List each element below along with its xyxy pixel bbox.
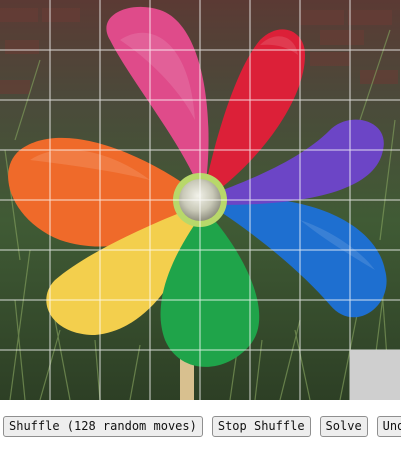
puzzle-tile[interactable] bbox=[300, 350, 350, 400]
puzzle-tile[interactable] bbox=[250, 150, 300, 200]
puzzle-tile[interactable] bbox=[0, 200, 50, 250]
puzzle-tile[interactable] bbox=[350, 50, 400, 100]
puzzle-tile[interactable] bbox=[100, 0, 150, 50]
puzzle-tile[interactable] bbox=[150, 100, 200, 150]
puzzle-tile[interactable] bbox=[150, 300, 200, 350]
puzzle-tile[interactable] bbox=[250, 50, 300, 100]
puzzle-tile[interactable] bbox=[300, 50, 350, 100]
puzzle-tile[interactable] bbox=[50, 250, 100, 300]
puzzle-tile[interactable] bbox=[150, 50, 200, 100]
puzzle-tile[interactable] bbox=[350, 150, 400, 200]
puzzle-tile[interactable] bbox=[0, 0, 50, 50]
puzzle-tile[interactable] bbox=[0, 250, 50, 300]
puzzle-tile[interactable] bbox=[200, 150, 250, 200]
puzzle-tile[interactable] bbox=[100, 100, 150, 150]
puzzle-tile[interactable] bbox=[100, 150, 150, 200]
puzzle-tile[interactable] bbox=[50, 350, 100, 400]
puzzle-tile[interactable] bbox=[50, 50, 100, 100]
puzzle-tile[interactable] bbox=[250, 0, 300, 50]
puzzle-tile[interactable] bbox=[300, 100, 350, 150]
puzzle-tile[interactable] bbox=[200, 200, 250, 250]
puzzle-tile[interactable] bbox=[250, 100, 300, 150]
puzzle-tile[interactable] bbox=[300, 250, 350, 300]
sliding-puzzle-app: Shuffle (128 random moves) Stop Shuffle … bbox=[0, 0, 401, 456]
puzzle-tile[interactable] bbox=[50, 0, 100, 50]
empty-tile-slot bbox=[350, 350, 400, 400]
puzzle-tile[interactable] bbox=[300, 300, 350, 350]
puzzle-tile[interactable] bbox=[100, 200, 150, 250]
puzzle-tile[interactable] bbox=[50, 100, 100, 150]
puzzle-tile[interactable] bbox=[250, 350, 300, 400]
puzzle-tile[interactable] bbox=[0, 50, 50, 100]
puzzle-tile[interactable] bbox=[150, 150, 200, 200]
puzzle-tile[interactable] bbox=[150, 350, 200, 400]
control-bar: Shuffle (128 random moves) Stop Shuffle … bbox=[3, 416, 401, 437]
puzzle-tile[interactable] bbox=[50, 300, 100, 350]
puzzle-tile[interactable] bbox=[0, 300, 50, 350]
puzzle-tile[interactable] bbox=[200, 300, 250, 350]
puzzle-tile[interactable] bbox=[200, 100, 250, 150]
puzzle-tile[interactable] bbox=[350, 200, 400, 250]
undo-button[interactable]: Undo bbox=[376, 416, 401, 437]
puzzle-tile[interactable] bbox=[250, 300, 300, 350]
puzzle-tile[interactable] bbox=[250, 200, 300, 250]
puzzle-tile[interactable] bbox=[350, 100, 400, 150]
puzzle-tile[interactable] bbox=[350, 250, 400, 300]
puzzle-tile[interactable] bbox=[250, 250, 300, 300]
puzzle-tile[interactable] bbox=[50, 150, 100, 200]
puzzle-tile[interactable] bbox=[200, 0, 250, 50]
puzzle-tile[interactable] bbox=[350, 0, 400, 50]
puzzle-tile[interactable] bbox=[0, 150, 50, 200]
puzzle-tiles bbox=[0, 0, 400, 400]
puzzle-tile[interactable] bbox=[350, 300, 400, 350]
puzzle-board[interactable] bbox=[0, 0, 400, 400]
puzzle-tile[interactable] bbox=[50, 200, 100, 250]
puzzle-tile[interactable] bbox=[150, 0, 200, 50]
puzzle-tile[interactable] bbox=[0, 100, 50, 150]
puzzle-tile[interactable] bbox=[100, 50, 150, 100]
puzzle-tile[interactable] bbox=[0, 350, 50, 400]
puzzle-tile[interactable] bbox=[100, 250, 150, 300]
puzzle-tile[interactable] bbox=[200, 350, 250, 400]
puzzle-tile[interactable] bbox=[150, 200, 200, 250]
puzzle-tile[interactable] bbox=[300, 0, 350, 50]
puzzle-tile[interactable] bbox=[150, 250, 200, 300]
puzzle-tile[interactable] bbox=[300, 200, 350, 250]
puzzle-tile[interactable] bbox=[100, 300, 150, 350]
puzzle-tile[interactable] bbox=[200, 50, 250, 100]
solve-button[interactable]: Solve bbox=[319, 416, 368, 437]
shuffle-button[interactable]: Shuffle (128 random moves) bbox=[3, 416, 203, 437]
stop-shuffle-button[interactable]: Stop Shuffle bbox=[211, 416, 311, 437]
puzzle-tile[interactable] bbox=[300, 150, 350, 200]
puzzle-tile[interactable] bbox=[200, 250, 250, 300]
puzzle-tile[interactable] bbox=[100, 350, 150, 400]
